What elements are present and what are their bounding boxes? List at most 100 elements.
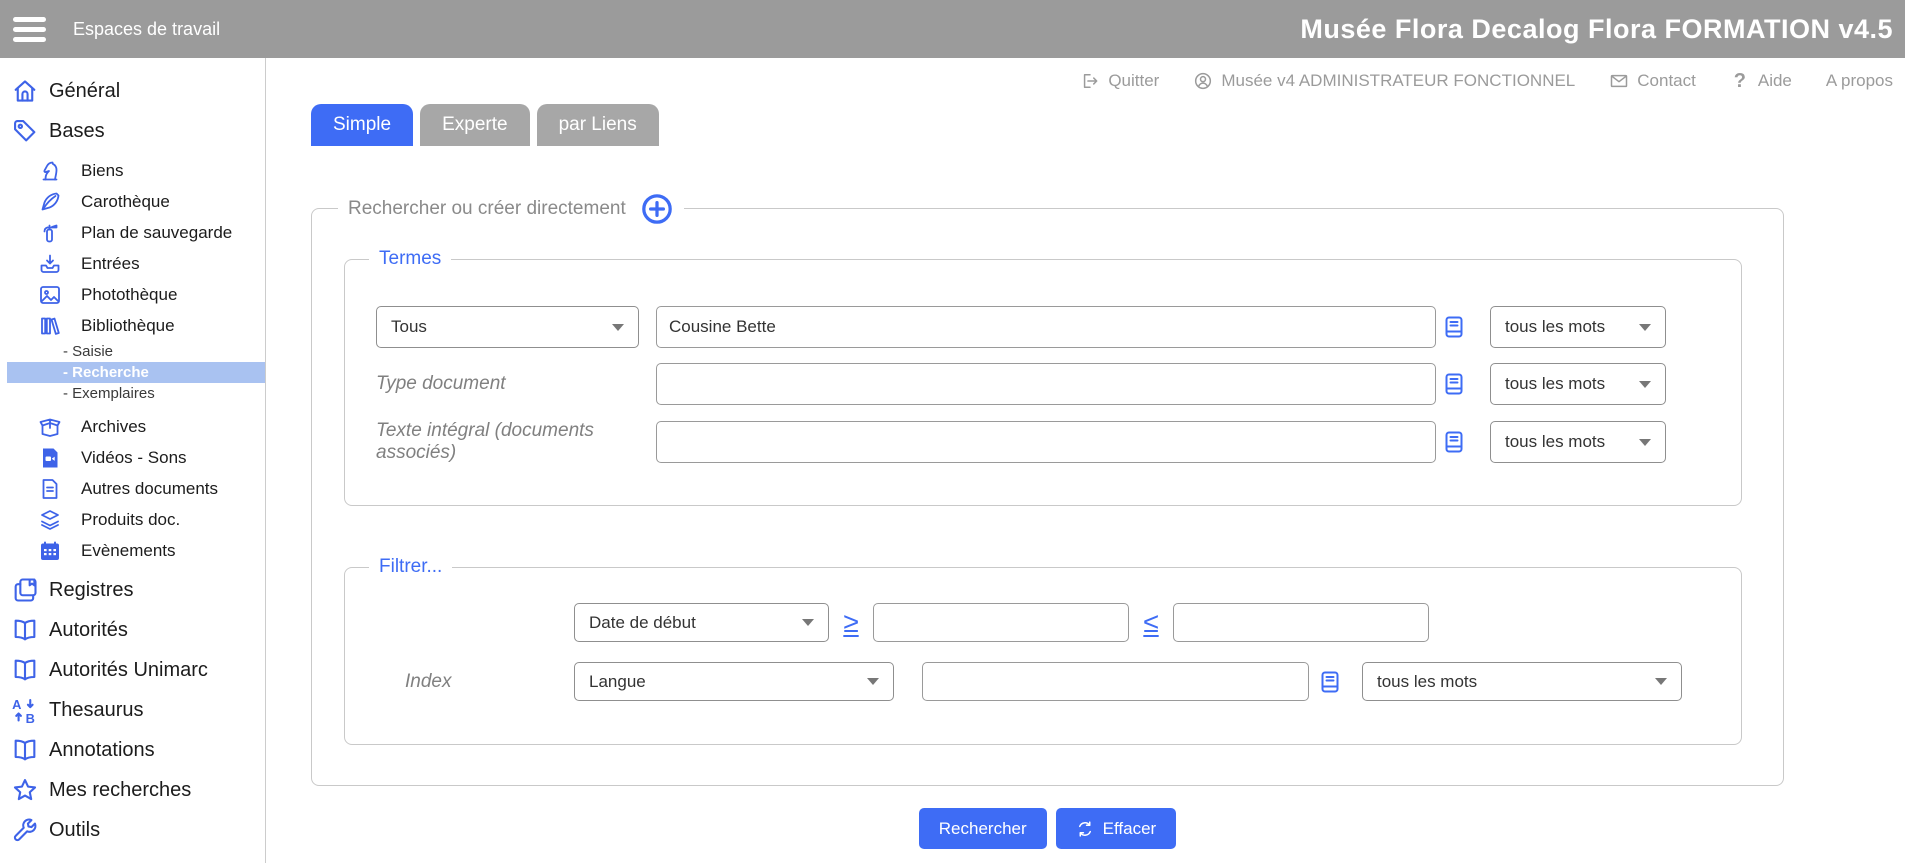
termes-row-type-document: Type document tous les mots xyxy=(376,363,1741,405)
index-lookup-button[interactable] xyxy=(1442,370,1466,398)
sidebar-item-entrees[interactable]: Entrées xyxy=(0,248,265,279)
sidebar-item-label: Archives xyxy=(81,416,147,436)
sidebar-item-mes-recherches[interactable]: Mes recherches xyxy=(0,770,265,810)
open-book-icon xyxy=(10,735,40,765)
fulltext-label: Texte intégral (documents associés) xyxy=(376,420,594,463)
sidebar-item-label: Produits doc. xyxy=(81,509,181,529)
search-mode-tabs: Simple Experte par Liens xyxy=(311,104,1905,146)
sidebar-item-label: Autres documents xyxy=(81,478,219,498)
utility-item-label: A propos xyxy=(1825,71,1893,90)
sidebar-item-biens[interactable]: Biens xyxy=(0,155,265,186)
sidebar-item-label: - Saisie xyxy=(63,343,114,360)
search-term-input[interactable] xyxy=(656,306,1436,348)
sidebar-item-bases[interactable]: Bases xyxy=(0,111,265,151)
sidebar-item-plan-de-sauvegarde[interactable]: Plan de sauvegarde xyxy=(0,217,265,248)
doc-file-icon xyxy=(38,477,62,501)
wrench-icon xyxy=(10,815,40,845)
chevron-down-icon xyxy=(867,678,879,685)
workspaces-link[interactable]: Espaces de travail xyxy=(73,19,220,40)
field-select-all[interactable]: Tous xyxy=(376,306,639,348)
sidebar-item-general[interactable]: Général xyxy=(0,71,265,111)
type-document-input[interactable] xyxy=(656,363,1436,405)
sidebar-item-evenements[interactable]: Evènements xyxy=(0,535,265,566)
sidebar-item-label: Biens xyxy=(81,160,124,180)
search-button[interactable]: Rechercher xyxy=(918,808,1047,849)
sidebar-item-phototheque[interactable]: Photothèque xyxy=(0,279,265,310)
hamburger-menu-icon[interactable] xyxy=(13,12,46,47)
utility-item-a-propos[interactable]: A propos xyxy=(1826,71,1893,91)
mode-select-index[interactable]: tous les mots xyxy=(1362,662,1682,701)
chevron-down-icon xyxy=(1655,678,1667,685)
utility-item-aide[interactable]: ? Aide xyxy=(1730,70,1792,92)
utility-item-contact[interactable]: Contact xyxy=(1609,71,1696,91)
date-from-input[interactable] xyxy=(873,603,1129,642)
logout-icon xyxy=(1080,71,1100,91)
index-label: Index xyxy=(405,670,452,692)
sidebar-item-videos-sons[interactable]: Vidéos - Sons xyxy=(0,442,265,473)
registers-icon xyxy=(10,575,40,605)
lte-symbol[interactable]: ≤ xyxy=(1140,607,1162,639)
sidebar-item-label: Entrées xyxy=(81,253,140,273)
sidebar-item-recherche[interactable]: - Recherche xyxy=(7,362,265,383)
chevron-down-icon xyxy=(612,323,624,331)
sidebar-item-autorites[interactable]: Autorités xyxy=(0,610,265,650)
stack-icon xyxy=(38,508,62,532)
mode-select-fulltext[interactable]: tous les mots xyxy=(1490,421,1666,463)
user-icon xyxy=(1193,71,1213,91)
sidebar-item-label: Bibliothèque xyxy=(81,315,175,335)
mail-icon xyxy=(1609,71,1629,91)
sidebar-item-label: Plan de sauvegarde xyxy=(81,222,233,242)
tab-par-liens[interactable]: par Liens xyxy=(536,104,659,146)
sort-alpha-icon: AB xyxy=(10,695,40,725)
clear-button[interactable]: Effacer xyxy=(1055,808,1177,849)
sidebar-item-thesaurus[interactable]: A B Thesaurus xyxy=(0,690,265,730)
sidebar-item-label: Mes recherches xyxy=(49,778,192,801)
utility-item-musee-v4-administrateur-fonctionnel[interactable]: Musée v4 ADMINISTRATEUR FONCTIONNEL xyxy=(1193,71,1575,91)
sidebar-item-label: Registres xyxy=(49,578,134,601)
termes-row-all-fields: Tous tous les mots xyxy=(376,306,1741,348)
fulltext-input[interactable] xyxy=(656,421,1436,463)
sidebar-item-label: Général xyxy=(49,79,121,102)
index-lookup-button[interactable] xyxy=(1442,428,1466,456)
mode-select-type-document[interactable]: tous les mots xyxy=(1490,363,1666,405)
sidebar-item-produits-doc[interactable]: Produits doc. xyxy=(0,504,265,535)
chevron-down-icon xyxy=(1639,380,1651,388)
tab-simple[interactable]: Simple xyxy=(311,104,414,146)
sidebar-item-exemplaires[interactable]: - Exemplaires xyxy=(0,383,265,404)
sidebar-item-label: Annotations xyxy=(49,738,155,761)
sidebar-item-registres[interactable]: Registres xyxy=(0,570,265,610)
sidebar-item-autorites-unimarc[interactable]: Autorités Unimarc xyxy=(0,650,265,690)
sidebar-item-label: Photothèque xyxy=(81,284,178,304)
sidebar-nav: Général Bases Biens Carothèque Plan de sauve… xyxy=(0,58,266,863)
termes-legend: Termes xyxy=(369,245,452,273)
index-field-select[interactable]: Langue xyxy=(574,662,894,701)
sidebar-item-carotheque[interactable]: Carothèque xyxy=(0,186,265,217)
action-buttons: Rechercher Effacer xyxy=(311,808,1784,849)
svg-text:A: A xyxy=(12,697,21,712)
sidebar-item-label: - Exemplaires xyxy=(63,385,155,402)
date-to-input[interactable] xyxy=(1173,603,1429,642)
chevron-down-icon xyxy=(802,619,814,626)
knight-icon xyxy=(38,159,62,183)
sidebar-item-bibliotheque[interactable]: Bibliothèque xyxy=(0,310,265,341)
sidebar-item-label: Outils xyxy=(49,818,101,841)
sidebar-item-label: Autorités xyxy=(49,618,128,641)
refresh-icon xyxy=(1076,820,1094,838)
sidebar-item-annotations[interactable]: Annotations xyxy=(0,730,265,770)
tab-experte[interactable]: Experte xyxy=(420,104,530,146)
mode-select-all[interactable]: tous les mots xyxy=(1490,306,1666,348)
index-lookup-button[interactable] xyxy=(1318,668,1342,696)
date-field-select[interactable]: Date de début xyxy=(574,603,829,642)
sidebar-item-outils[interactable]: Outils xyxy=(0,810,265,850)
quill-icon xyxy=(38,190,62,214)
sidebar-item-label: Bases xyxy=(49,119,105,142)
sidebar-item-saisie[interactable]: - Saisie xyxy=(0,341,265,362)
termes-row-fulltext: Texte intégral (documents associés) tous… xyxy=(376,420,1741,464)
utility-item-quitter[interactable]: Quitter xyxy=(1080,71,1159,91)
sidebar-item-autres-documents[interactable]: Autres documents xyxy=(0,473,265,504)
index-lookup-button[interactable] xyxy=(1442,313,1466,341)
index-value-input[interactable] xyxy=(922,662,1309,701)
create-record-button[interactable] xyxy=(640,192,674,226)
sidebar-item-archives[interactable]: Archives xyxy=(0,411,265,442)
gte-symbol[interactable]: ≥ xyxy=(840,607,862,639)
